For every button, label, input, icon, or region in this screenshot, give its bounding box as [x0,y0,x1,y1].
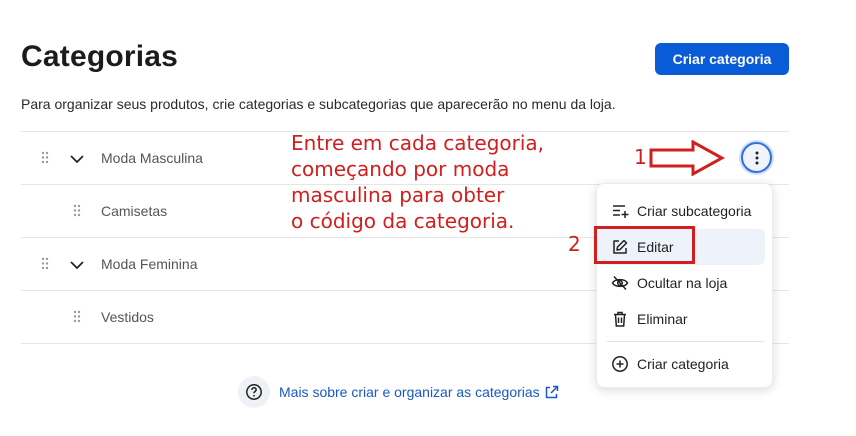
help-section: Mais sobre criar e organizar as categori… [238,376,559,408]
annotation-step-2: 2 [568,232,581,256]
menu-item-hide[interactable]: Ocultar na loja [597,265,774,301]
menu-divider [607,341,764,342]
eye-off-icon [611,274,629,292]
annotation-line: Entre em cada categoria, [291,131,545,155]
menu-item-create-category[interactable]: Criar categoria [597,346,774,382]
menu-item-create-subcategory[interactable]: Criar subcategoria [597,193,774,229]
menu-item-label: Criar categoria [637,356,729,372]
drag-handle-icon[interactable] [41,151,49,164]
category-label: Moda Feminina [101,256,198,272]
help-link[interactable]: Mais sobre criar e organizar as categori… [279,384,540,400]
category-actions-menu: Criar subcategoria Editar Ocultar na loj… [596,183,773,388]
menu-item-label: Ocultar na loja [637,275,728,291]
annotation-highlight-box [594,226,695,264]
chevron-down-icon[interactable] [69,151,85,167]
more-options-button[interactable] [741,142,772,173]
drag-handle-icon[interactable] [73,310,81,323]
annotation-line: começando por moda [291,157,510,181]
plus-circle-icon [611,355,629,373]
category-label: Camisetas [101,203,168,219]
annotation-text: Entre em cada categoria, começando por m… [291,130,591,234]
annotation-line: o código da categoria. [291,209,515,233]
drag-handle-icon[interactable] [73,204,81,217]
menu-item-delete[interactable]: Eliminar [597,301,774,337]
menu-item-label: Eliminar [637,311,688,327]
menu-item-label: Criar subcategoria [637,203,752,219]
page-subtitle: Para organizar seus produtos, crie categ… [21,96,616,112]
annotation-line: masculina para obter [291,183,505,207]
create-category-button[interactable]: Criar categoria [655,43,789,75]
category-label: Vestidos [101,309,154,325]
question-icon [238,376,270,408]
list-add-icon [611,202,629,220]
trash-icon [611,310,629,328]
page-title: Categorias [21,40,179,73]
annotation-step-1: 1 [634,145,647,169]
category-label: Moda Masculina [101,150,203,166]
chevron-down-icon[interactable] [69,257,85,273]
drag-handle-icon[interactable] [41,257,49,270]
external-link-icon[interactable] [544,385,559,400]
annotation-arrow-icon [649,140,725,176]
kebab-icon [755,151,758,164]
